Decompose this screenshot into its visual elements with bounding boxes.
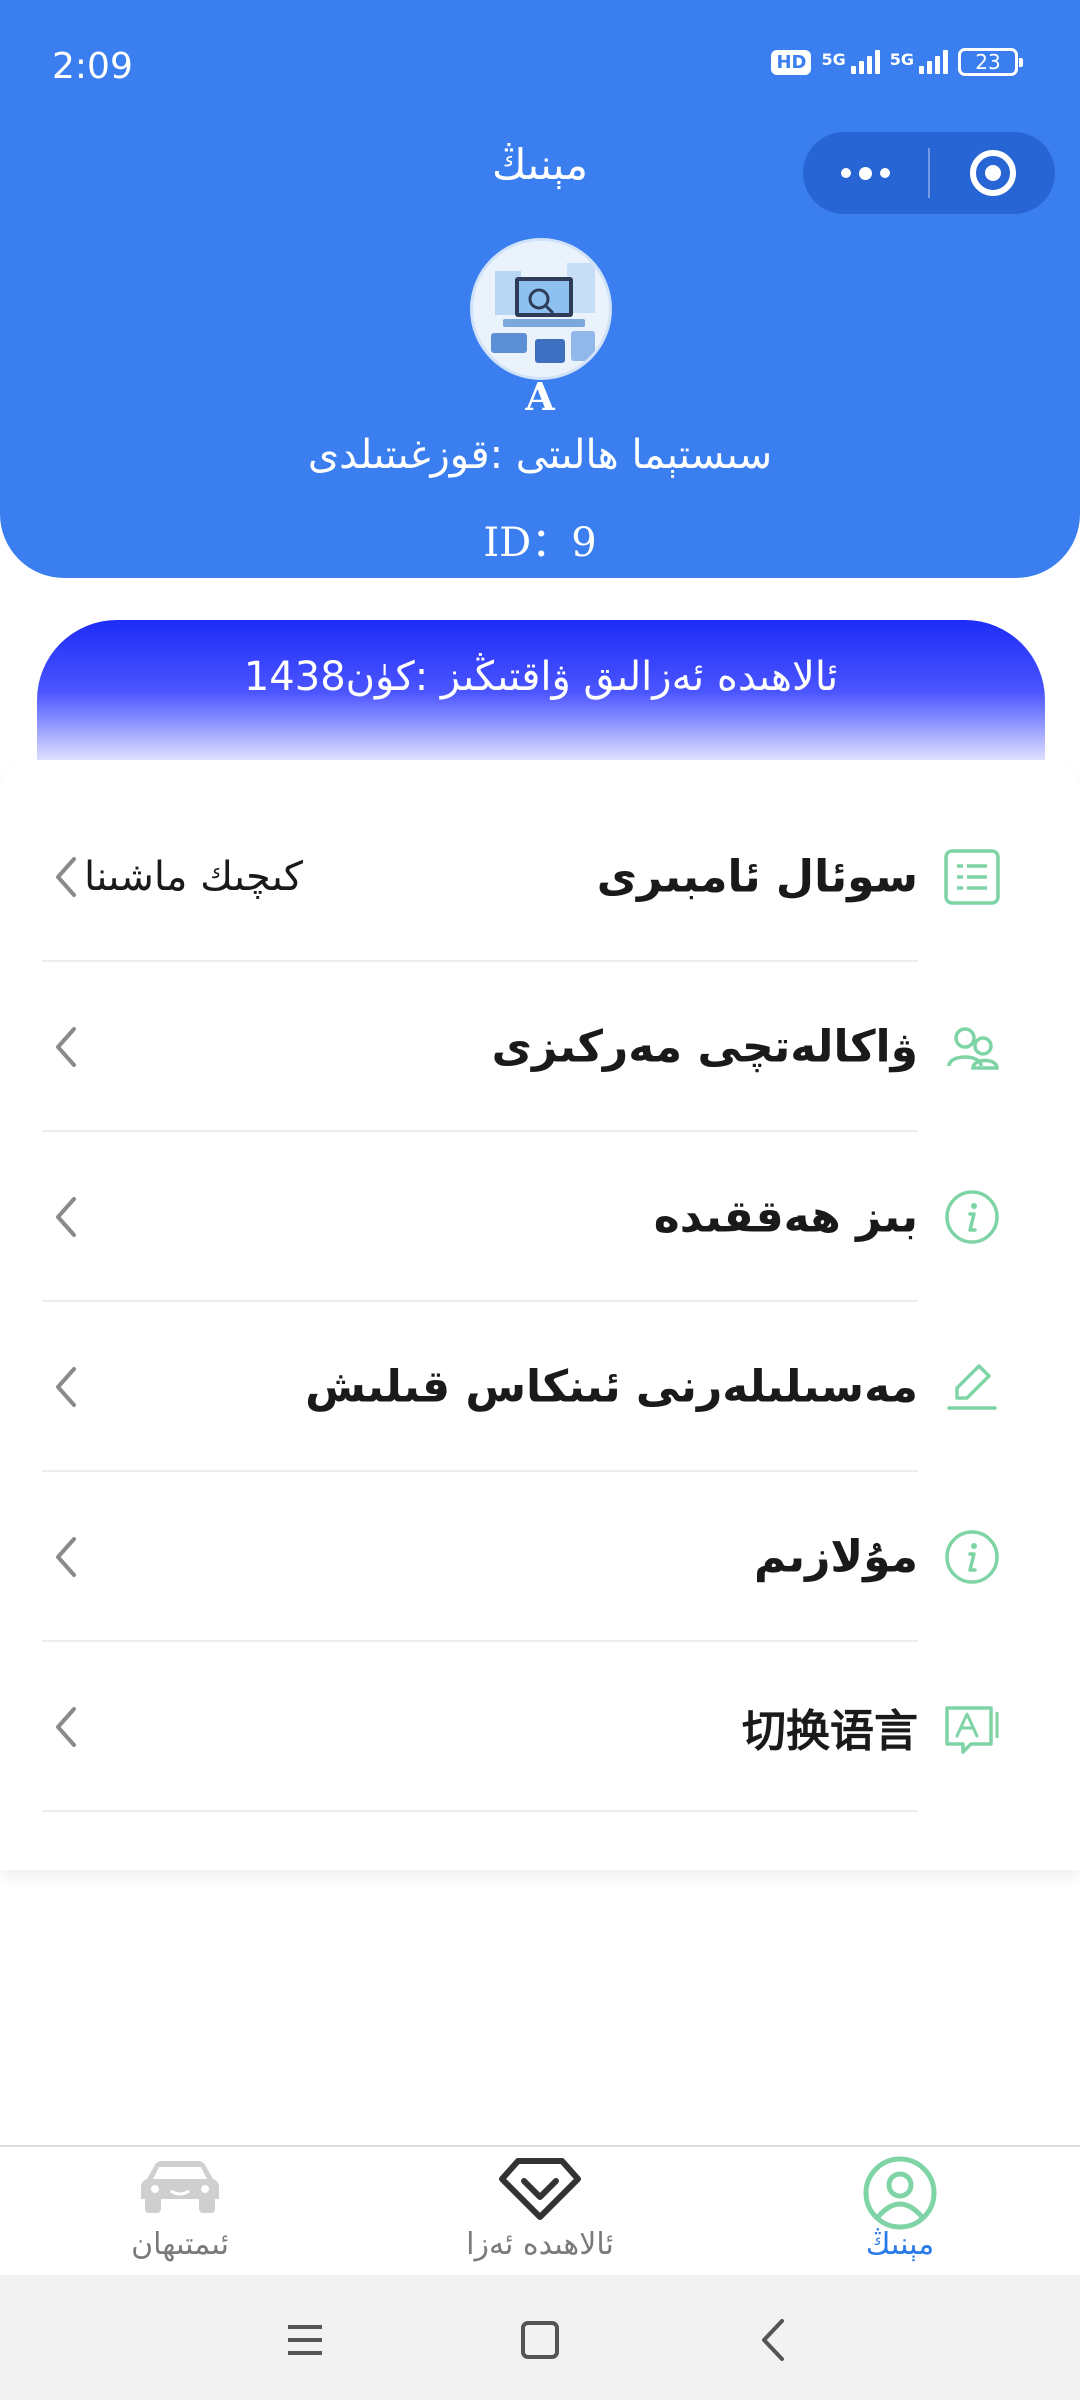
menu-item-agent-center[interactable]: ۋاكالەتچى مەركىزى (0, 962, 1080, 1132)
miniprogram-capsule (803, 132, 1055, 214)
avatar[interactable] (470, 238, 612, 380)
status-icons: HD 5G 5G 23 (771, 48, 1023, 76)
profile-header: 2:09 HD 5G 5G 23 مېنىڭ A سىستېما ھالىتى … (0, 0, 1080, 578)
car-icon (141, 2161, 219, 2213)
translate-icon (942, 1697, 1002, 1757)
chevron-left-icon (56, 1367, 76, 1407)
menu-item-about-us[interactable]: بىز ھەققىدە (0, 1132, 1080, 1302)
menu-item-service[interactable]: مۇلازىم (0, 1472, 1080, 1642)
menu-item-label: مۇلازىم (754, 1531, 918, 1583)
home-icon[interactable] (515, 2315, 565, 2365)
info-icon (942, 1187, 1002, 1247)
tab-label: مېنىڭ (865, 2227, 935, 2262)
list-icon (942, 847, 1002, 907)
tab-vip[interactable]: ئالاھىدە ئەزا (360, 2147, 720, 2277)
menu-list: سوئال ئامبىرى كىچىك ماشىنا ۋاكالەتچى مەر… (0, 760, 1080, 1870)
close-miniprogram-icon[interactable] (930, 132, 1055, 214)
battery-icon: 23 (958, 48, 1023, 76)
menu-item-feedback[interactable]: مەسىلىلەرنى ئىنكاس قىلىش (0, 1302, 1080, 1472)
menu-item-label: سوئال ئامبىرى (596, 851, 918, 903)
chevron-left-icon (56, 1537, 76, 1577)
edit-icon (942, 1357, 1002, 1417)
menu-item-value: كىچىك ماشىنا (84, 854, 303, 900)
tab-label: ئالاھىدە ئەزا (466, 2227, 614, 2262)
chevron-left-icon (56, 1197, 76, 1237)
chevron-left-icon (56, 1027, 76, 1067)
back-icon[interactable] (750, 2315, 800, 2365)
vip-days-text: ئالاھىدە ئەزالىق ۋاقتىڭىز :كۈن1438 (243, 654, 839, 700)
menu-item-label: مەسىلىلەرنى ئىنكاس قىلىش (305, 1361, 918, 1413)
info-icon (942, 1527, 1002, 1587)
system-navigation-bar (0, 2275, 1080, 2400)
tab-mine[interactable]: مېنىڭ (720, 2147, 1080, 2277)
signal-icon-2: 5G (890, 50, 948, 74)
hd-badge: HD (771, 49, 812, 75)
menu-item-label: بىز ھەققىدە (653, 1191, 918, 1243)
profile-icon (863, 2156, 937, 2230)
chevron-left-icon (56, 857, 76, 897)
menu-item-label: ۋاكالەتچى مەركىزى (491, 1021, 918, 1073)
status-time: 2:09 (52, 46, 133, 87)
user-id: ID：9 (483, 520, 597, 566)
menu-icon[interactable] (280, 2315, 330, 2365)
tab-label: ئىمتىھان (131, 2227, 229, 2262)
users-icon (942, 1017, 1002, 1077)
menu-item-question-bank[interactable]: سوئال ئامبىرى كىچىك ماشىنا (0, 792, 1080, 962)
chevron-left-icon (56, 1707, 76, 1747)
system-status-text: سىستېما ھالىتى :قوزغىتىلدى (307, 432, 773, 478)
menu-item-label: 切换语言 (742, 1706, 918, 1757)
more-icon[interactable] (803, 132, 928, 214)
avatar-initial: A (525, 374, 555, 419)
menu-item-switch-language[interactable]: 切换语言 (0, 1642, 1080, 1812)
diamond-icon (499, 2158, 581, 2220)
divider (42, 1810, 918, 1812)
tab-exam[interactable]: ئىمتىھان (0, 2147, 360, 2277)
vip-membership-banner[interactable]: ئالاھىدە ئەزالىق ۋاقتىڭىز :كۈن1438 (37, 620, 1045, 780)
signal-icon: 5G (821, 50, 880, 74)
bottom-tab-bar: ئىمتىھان ئالاھىدە ئەزا مېنىڭ (0, 2145, 1080, 2275)
